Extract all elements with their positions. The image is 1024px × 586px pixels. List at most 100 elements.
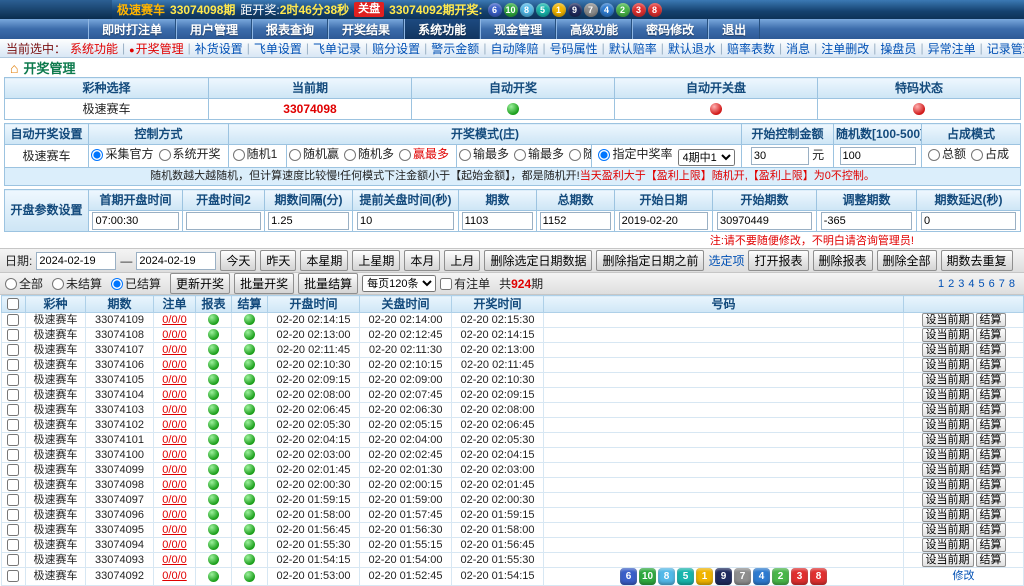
set-current-period-button[interactable]: 设当前期 <box>922 493 974 507</box>
delete-button-删除指定日期之前[interactable]: 删除指定日期之前 <box>596 250 704 271</box>
quick-button-本月[interactable]: 本月 <box>404 250 440 271</box>
quick-button-昨天[interactable]: 昨天 <box>260 250 296 271</box>
settle-status-dot[interactable] <box>244 571 255 582</box>
win-rate-select[interactable]: 4期中1 <box>678 149 735 166</box>
radio-随机1[interactable]: 随机1 <box>233 146 278 163</box>
settle-status-dot[interactable] <box>244 344 255 355</box>
row-checkbox[interactable] <box>7 314 19 326</box>
radio-未结算[interactable]: 未结算 <box>52 275 102 292</box>
settle-status-dot[interactable] <box>244 359 255 370</box>
settle-status-dot[interactable] <box>244 329 255 340</box>
settle-status-dot[interactable] <box>244 509 255 520</box>
report-status-dot[interactable] <box>208 314 219 325</box>
bets-link[interactable]: 0/0/0 <box>162 329 186 341</box>
params-input-提前关盘时间(秒)[interactable] <box>357 212 454 230</box>
row-checkbox[interactable] <box>7 494 19 506</box>
set-current-period-button[interactable]: 设当前期 <box>922 523 974 537</box>
row-checkbox[interactable] <box>7 554 19 566</box>
radio-input-未结算[interactable] <box>52 278 64 290</box>
submenu-item-记录管理[interactable]: 记录管理 <box>987 40 1024 57</box>
params-input-期数间隔(分)[interactable] <box>268 212 349 230</box>
submenu-item-默认退水[interactable]: 默认退水 <box>668 40 716 57</box>
settle-button[interactable]: 结算 <box>976 508 1006 522</box>
radio-input-采集官方[interactable] <box>91 149 103 161</box>
settle-status-dot[interactable] <box>244 479 255 490</box>
nav-item-用户管理[interactable]: 用户管理 <box>176 19 252 39</box>
selected-items-link[interactable]: 选定项 <box>708 252 744 269</box>
bets-link[interactable]: 0/0/0 <box>162 570 186 582</box>
row-checkbox[interactable] <box>7 329 19 341</box>
settle-button[interactable]: 结算 <box>976 448 1006 462</box>
report-status-dot[interactable] <box>208 374 219 385</box>
settle-status-dot[interactable] <box>244 539 255 550</box>
row-checkbox[interactable] <box>7 359 19 371</box>
settle-status-dot[interactable] <box>244 419 255 430</box>
settle-button[interactable]: 结算 <box>976 433 1006 447</box>
radio-input-赢最多[interactable] <box>399 149 411 161</box>
settle-status-dot[interactable] <box>244 434 255 445</box>
amount-input[interactable] <box>751 147 809 165</box>
params-input-期数[interactable] <box>462 212 534 230</box>
set-current-period-button[interactable]: 设当前期 <box>922 433 974 447</box>
settle-button[interactable]: 结算 <box>976 478 1006 492</box>
has-bets-filter[interactable]: 有注单 <box>440 275 490 292</box>
has-bets-checkbox[interactable] <box>440 278 452 290</box>
report-status-dot[interactable] <box>208 389 219 400</box>
settle-button[interactable]: 结算 <box>976 493 1006 507</box>
submenu-item-飞单设置[interactable]: 飞单设置 <box>254 40 302 57</box>
settle-button[interactable]: 结算 <box>976 403 1006 417</box>
modify-link[interactable]: 修改 <box>953 570 975 582</box>
report-status-dot[interactable] <box>208 419 219 430</box>
radio-input-已结算[interactable] <box>111 278 123 290</box>
report-status-dot[interactable] <box>208 554 219 565</box>
radio-input-全部[interactable] <box>5 278 17 290</box>
report-status-dot[interactable] <box>208 449 219 460</box>
report-status-dot[interactable] <box>208 539 219 550</box>
submenu-item-开奖管理[interactable]: ●开奖管理 <box>129 40 183 57</box>
submenu-item-飞单记录[interactable]: 飞单记录 <box>313 40 361 57</box>
settle-button[interactable]: 结算 <box>976 418 1006 432</box>
report-status-dot[interactable] <box>208 494 219 505</box>
radio-input-占成[interactable] <box>971 149 983 161</box>
row-checkbox[interactable] <box>7 374 19 386</box>
report-status-dot[interactable] <box>208 344 219 355</box>
params-input-调整期数[interactable] <box>821 212 913 230</box>
row-checkbox[interactable] <box>7 404 19 416</box>
report-status-dot[interactable] <box>208 509 219 520</box>
row-checkbox[interactable] <box>7 539 19 551</box>
radio-总额[interactable]: 总额 <box>928 146 966 163</box>
submenu-item-异常注单[interactable]: 异常注单 <box>928 40 976 57</box>
radio-input-随机多[interactable] <box>344 149 356 161</box>
set-current-period-button[interactable]: 设当前期 <box>922 553 974 567</box>
bets-link[interactable]: 0/0/0 <box>162 359 186 371</box>
report-status-dot[interactable] <box>208 359 219 370</box>
action-button-批量结算[interactable]: 批量结算 <box>298 273 358 294</box>
bets-link[interactable]: 0/0/0 <box>162 524 186 536</box>
radio-input-系统开奖[interactable] <box>159 149 171 161</box>
bets-link[interactable]: 0/0/0 <box>162 344 186 356</box>
radio-input-总额[interactable] <box>928 149 940 161</box>
settle-status-dot[interactable] <box>244 314 255 325</box>
row-checkbox[interactable] <box>7 449 19 461</box>
set-current-period-button[interactable]: 设当前期 <box>922 373 974 387</box>
params-input-开始期数[interactable] <box>717 212 812 230</box>
page-size-select[interactable]: 每页120条 <box>362 275 436 292</box>
params-input-首期开盘时间[interactable] <box>92 212 178 230</box>
select-all-checkbox[interactable] <box>7 298 19 310</box>
bets-link[interactable]: 0/0/0 <box>162 389 186 401</box>
row-checkbox[interactable] <box>7 524 19 536</box>
submenu-item-默认赔率[interactable]: 默认赔率 <box>609 40 657 57</box>
radio-已结算[interactable]: 已结算 <box>111 275 161 292</box>
report-status-dot[interactable] <box>208 434 219 445</box>
radio-赢最多[interactable]: 赢最多 <box>399 146 449 163</box>
submenu-item-自动降赔[interactable]: 自动降赔 <box>490 40 538 57</box>
set-current-period-button[interactable]: 设当前期 <box>922 388 974 402</box>
bets-link[interactable]: 0/0/0 <box>162 494 186 506</box>
report-status-dot[interactable] <box>208 329 219 340</box>
nav-item-密码修改[interactable]: 密码修改 <box>632 19 708 39</box>
nav-item-系统功能[interactable]: 系统功能 <box>404 19 480 39</box>
action-button-更新开奖[interactable]: 更新开奖 <box>170 273 230 294</box>
radio-input-输最多[interactable] <box>514 149 526 161</box>
nav-item-报表查询[interactable]: 报表查询 <box>252 19 328 39</box>
nav-item-开奖结果[interactable]: 开奖结果 <box>328 19 404 39</box>
